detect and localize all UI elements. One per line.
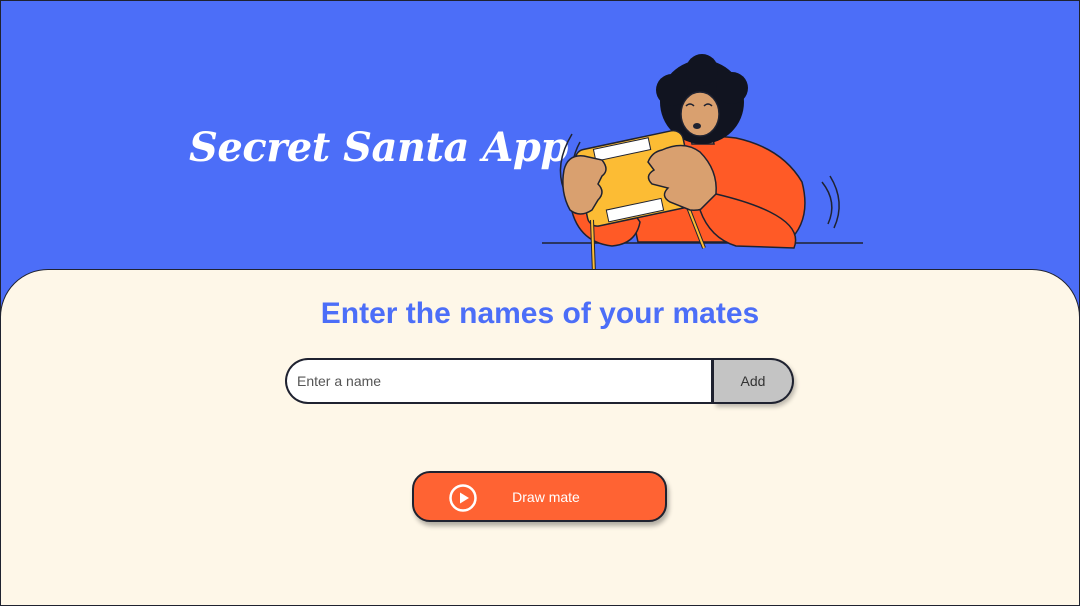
name-entry-form: Add bbox=[285, 358, 794, 404]
app-title: Secret Santa App bbox=[189, 124, 568, 171]
name-input[interactable] bbox=[285, 358, 714, 404]
draw-mate-label: Draw mate bbox=[512, 489, 580, 505]
add-button[interactable]: Add bbox=[714, 358, 794, 404]
person-shaking-gift-illustration bbox=[542, 54, 863, 274]
draw-mate-button[interactable]: Draw mate bbox=[412, 471, 667, 522]
section-heading: Enter the names of your mates bbox=[320, 297, 760, 330]
play-circle-icon bbox=[449, 484, 477, 512]
